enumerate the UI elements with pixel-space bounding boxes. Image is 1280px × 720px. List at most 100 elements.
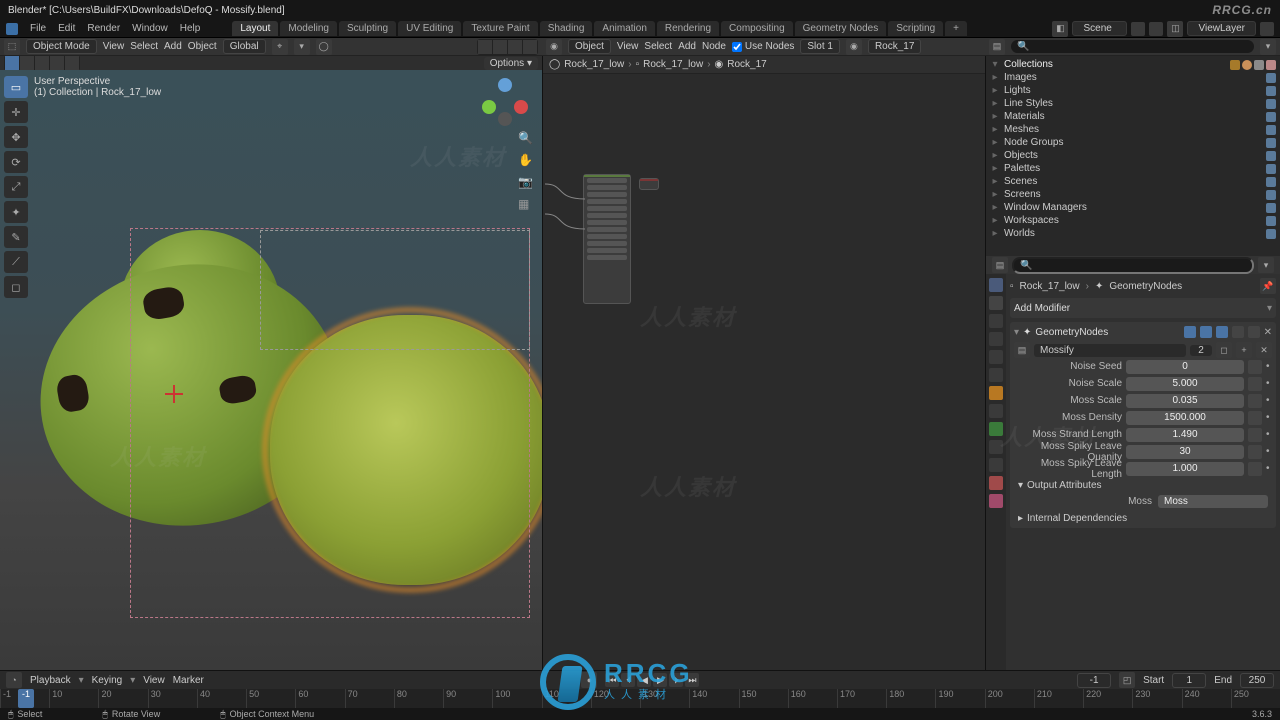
snap-mode-icon[interactable]: ▾ <box>294 39 310 55</box>
perspective-toggle-icon[interactable]: ▦ <box>518 197 534 213</box>
param-menu-icon[interactable] <box>1248 462 1262 476</box>
viewlayer-icon[interactable]: ◫ <box>1167 21 1183 37</box>
tool-add-cube[interactable]: ◻ <box>4 276 28 298</box>
prop-tab-object[interactable] <box>989 386 1003 400</box>
editor-type-timeline-icon[interactable]: ◔ <box>6 672 22 688</box>
param-value[interactable]: 1.000 <box>1126 462 1244 476</box>
start-frame-field[interactable]: 1 <box>1172 673 1206 688</box>
timeline-menu-marker[interactable]: Marker <box>173 675 204 686</box>
nodegroup-users[interactable]: 2 <box>1190 345 1212 356</box>
prop-tab-world[interactable] <box>989 368 1003 382</box>
prop-tab-mesh[interactable] <box>989 422 1003 436</box>
snap-toggle-icon[interactable]: ⌖ <box>272 39 288 55</box>
add-modifier-panel[interactable]: Add Modifier▾ <box>1010 298 1276 318</box>
mod-toggle-render-icon[interactable] <box>1216 326 1228 338</box>
timeline-menu-playback[interactable]: Playback <box>30 675 71 686</box>
node-output[interactable] <box>639 178 659 190</box>
crumb-1[interactable]: Rock_17_low <box>564 59 624 70</box>
output-attributes-section[interactable]: ▾Output Attributes <box>1014 477 1272 493</box>
slot-dropdown[interactable]: Slot 1 <box>800 39 840 54</box>
tab-add[interactable]: + <box>945 21 967 36</box>
prop-tab-texture[interactable] <box>989 494 1003 508</box>
menu-file[interactable]: File <box>30 23 46 34</box>
menu-window[interactable]: Window <box>132 23 168 34</box>
app-icon[interactable] <box>6 23 18 35</box>
tool-cursor[interactable]: ✛ <box>4 101 28 123</box>
outliner-root[interactable]: Collections <box>1004 59 1053 70</box>
scene-del-button[interactable] <box>1149 22 1163 36</box>
node-principled[interactable] <box>583 174 631 304</box>
tool-scale[interactable]: ⤢ <box>4 176 28 198</box>
prop-tab-render[interactable] <box>989 296 1003 310</box>
param-menu-icon[interactable] <box>1248 445 1262 459</box>
tab-compositing[interactable]: Compositing <box>721 21 793 36</box>
tool-select-box[interactable]: ▭ <box>4 76 28 98</box>
outliner-item-meshes[interactable]: ▸Meshes <box>990 123 1276 136</box>
tool-measure[interactable]: ⟋ <box>4 251 28 273</box>
mod-toggle-realtime-icon[interactable] <box>1200 326 1212 338</box>
timeline-menu-keying[interactable]: Keying <box>92 675 123 686</box>
nodegroup-browse-icon[interactable]: ▤ <box>1014 342 1030 358</box>
viewport-menu-add[interactable]: Add <box>164 41 182 52</box>
nodegroup-unlink-icon[interactable]: ✕ <box>1256 342 1272 358</box>
use-nodes-checkbox[interactable]: Use Nodes <box>732 41 794 52</box>
prop-crumb-object[interactable]: Rock_17_low <box>1020 281 1080 292</box>
mod-remove-icon[interactable]: ✕ <box>1264 327 1272 338</box>
tab-modeling[interactable]: Modeling <box>280 21 337 36</box>
shading-mode-segment[interactable] <box>477 39 538 55</box>
properties-type-icon[interactable]: ▤ <box>992 257 1008 273</box>
prop-tab-scene[interactable] <box>989 350 1003 364</box>
modifier-name-field[interactable]: GeometryNodes <box>1035 327 1108 338</box>
tab-sculpting[interactable]: Sculpting <box>339 21 396 36</box>
tab-scripting[interactable]: Scripting <box>888 21 943 36</box>
prop-tab-physics[interactable] <box>989 458 1003 472</box>
playhead[interactable]: -1 <box>18 689 34 708</box>
options-dropdown[interactable]: Options ▾ <box>484 57 538 70</box>
material-field[interactable]: Rock_17 <box>868 39 921 54</box>
proportional-edit-icon[interactable]: ◯ <box>316 39 332 55</box>
properties-options-icon[interactable]: ▾ <box>1258 257 1274 273</box>
tool-annotate[interactable]: ✎ <box>4 226 28 248</box>
viewport-menu-select[interactable]: Select <box>130 41 158 52</box>
tab-animation[interactable]: Animation <box>594 21 654 36</box>
tab-shading[interactable]: Shading <box>540 21 593 36</box>
param-menu-icon[interactable] <box>1248 428 1262 442</box>
tool-transform[interactable]: ✦ <box>4 201 28 223</box>
prop-tab-material[interactable] <box>989 476 1003 490</box>
param-menu-icon[interactable] <box>1248 411 1262 425</box>
outliner-item-worlds[interactable]: ▸Worlds <box>990 227 1276 240</box>
pin-icon[interactable]: 📌 <box>1260 278 1276 294</box>
prop-crumb-modifier[interactable]: GeometryNodes <box>1109 281 1182 292</box>
mod-toggle-edit-icon[interactable] <box>1184 326 1196 338</box>
node-mode-dropdown[interactable]: Object <box>568 39 611 54</box>
outliner-display-mode-icon[interactable]: ▤ <box>989 39 1005 55</box>
param-value[interactable]: 1500.000 <box>1126 411 1244 425</box>
material-icon[interactable]: ◉ <box>846 39 862 55</box>
tool-move[interactable]: ✥ <box>4 126 28 148</box>
node-menu-add[interactable]: Add <box>678 41 696 52</box>
param-value[interactable]: 0 <box>1126 360 1244 374</box>
scene-field[interactable]: Scene <box>1072 21 1127 36</box>
editor-type-shader-icon[interactable]: ◉ <box>546 39 562 55</box>
tab-layout[interactable]: Layout <box>232 21 278 36</box>
outliner-item-images[interactable]: ▸Images <box>990 71 1276 84</box>
tab-texture-paint[interactable]: Texture Paint <box>463 21 537 36</box>
nodegroup-fake-user-icon[interactable]: ◻ <box>1216 342 1232 358</box>
scene-icon[interactable]: ◧ <box>1052 21 1068 37</box>
node-menu-view[interactable]: View <box>617 41 639 52</box>
param-value[interactable]: 0.035 <box>1126 394 1244 408</box>
prop-tab-particles[interactable] <box>989 440 1003 454</box>
orientation-gizmo[interactable] <box>482 78 532 128</box>
menu-help[interactable]: Help <box>180 23 201 34</box>
interaction-mode-dropdown[interactable]: Object Mode <box>26 39 97 54</box>
outliner-item-screens[interactable]: ▸Screens <box>990 188 1276 201</box>
param-value[interactable]: 1.490 <box>1126 428 1244 442</box>
param-anim-dot[interactable]: • <box>1266 429 1272 440</box>
zoom-icon[interactable]: 🔍 <box>518 131 534 147</box>
tool-rotate[interactable]: ⟳ <box>4 151 28 173</box>
outliner-item-workspaces[interactable]: ▸Workspaces <box>990 214 1276 227</box>
editor-type-3dview-icon[interactable]: ⬚ <box>4 39 20 55</box>
camera-view-icon[interactable]: 📷 <box>518 175 534 191</box>
outliner-item-materials[interactable]: ▸Materials <box>990 110 1276 123</box>
outliner-tree[interactable]: ▾Collections ▸Images▸Lights▸Line Styles▸… <box>986 56 1280 242</box>
